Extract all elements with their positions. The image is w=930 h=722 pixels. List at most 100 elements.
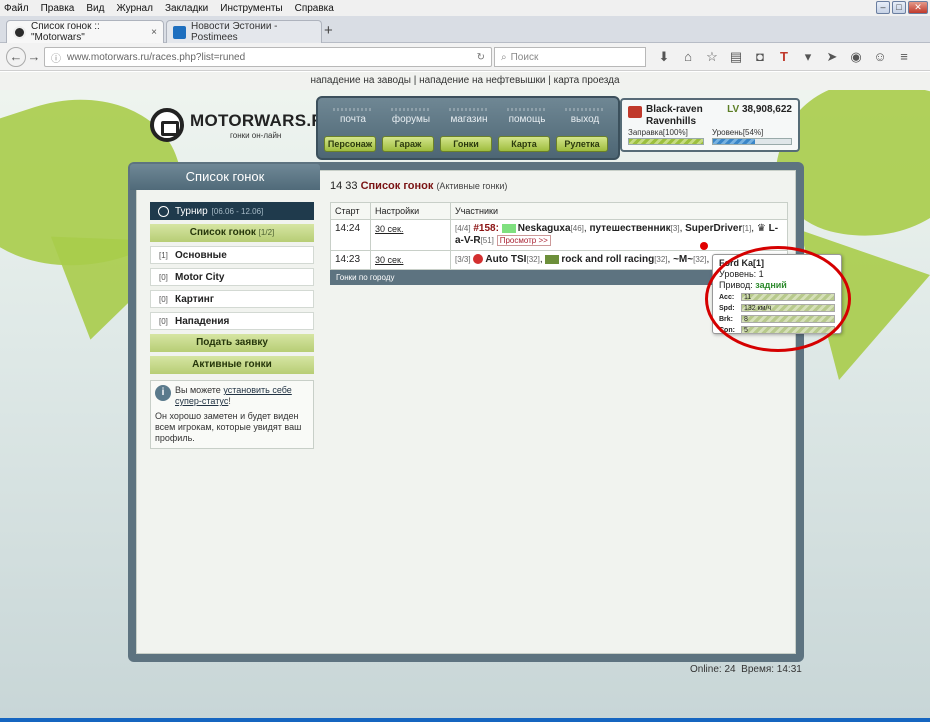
nav-races[interactable]: Гонки [440, 136, 492, 152]
sidebar-item-main[interactable]: [1] Основные [150, 246, 314, 264]
fuel-bar [628, 138, 704, 145]
clock-icon [158, 205, 169, 217]
tab-close-icon[interactable]: × [151, 27, 157, 38]
pocket-icon[interactable]: ◘ [748, 49, 772, 65]
nav-logout[interactable]: выход [556, 108, 614, 125]
url-text: www.motorwars.ru/races.php?list=runed [67, 51, 246, 63]
tournament-button[interactable]: Турнир [06.06 - 12.06] [150, 202, 314, 220]
toolbar-icons: ⬇ ⌂ ☆ ▤ ◘ T ▾ ➤ ◉ ☺ ≡ [652, 49, 916, 65]
view-race-button[interactable]: Просмотр >> [496, 235, 551, 246]
nav-forums[interactable]: форумы [382, 108, 440, 125]
clan-badge-icon: ♛ [756, 223, 766, 234]
server-time: Время: 14:31 [741, 664, 802, 675]
sidebar: Турнир [06.06 - 12.06] Список гонок [1/2… [150, 202, 314, 449]
fuel-label: Заправка[100%] [628, 128, 688, 137]
race-settings-link[interactable]: 30 сек. [370, 219, 451, 251]
team-flag-icon [545, 254, 560, 264]
tab-motorwars[interactable]: Список гонок :: "Motorwars" × [6, 20, 164, 43]
dropdown-icon[interactable]: ▾ [796, 49, 820, 65]
apply-button[interactable]: Подать заявку [150, 334, 314, 352]
menu-view[interactable]: Вид [86, 3, 104, 14]
reload-icon[interactable]: ↻ [477, 52, 485, 63]
home-icon[interactable]: ⌂ [676, 49, 700, 65]
race-settings-link[interactable]: 30 сек. [370, 250, 451, 270]
download-icon[interactable]: ⬇ [652, 49, 676, 65]
forward-button[interactable]: → [26, 47, 42, 67]
level-bar [712, 138, 792, 145]
player-avatar-icon[interactable] [628, 106, 642, 118]
hamburger-menu-icon[interactable]: ≡ [892, 49, 916, 65]
player-link[interactable]: ~M~ [673, 254, 693, 265]
car-tooltip: Ford Ka[1] Уровень: 1 Привод: задний Acc… [712, 254, 842, 334]
sidebar-item-attacks[interactable]: [0] Нападения [150, 312, 314, 330]
menu-help[interactable]: Справка [295, 3, 334, 14]
motorwars-logo-icon [150, 108, 184, 142]
taskbar-edge [0, 718, 930, 722]
player-level: LV 38,908,622 [727, 104, 792, 115]
search-input[interactable]: ⌕ Поиск [494, 47, 646, 67]
stat-spd: Spd: 132 км/ч [719, 303, 835, 313]
addon-icon[interactable]: ◉ [844, 49, 868, 65]
player-name[interactable]: Black-raven Ravenhills [646, 104, 726, 128]
nav-map[interactable]: Карта [498, 136, 550, 152]
postimees-favicon-icon [173, 25, 186, 39]
tab-postimees[interactable]: Новости Эстонии - Postimees [166, 20, 322, 43]
logo-tagline: гонки он-лайн [230, 130, 282, 140]
car-level: Уровень: 1 [719, 269, 764, 279]
menu-file[interactable]: Файл [4, 3, 29, 14]
site-background: MOTORWARS.RU гонки он-лайн почта форумы … [0, 90, 930, 720]
nav-mail[interactable]: почта [324, 108, 382, 125]
race-participants: [4/4] #158: Neskaguxa[46], путешественни… [450, 219, 788, 251]
menu-tools[interactable]: Инструменты [220, 3, 282, 14]
bookmark-star-icon[interactable]: ☆ [700, 49, 724, 65]
maximize-button[interactable]: □ [892, 1, 906, 14]
stat-con: Con: 5 [719, 325, 835, 335]
nav-shop[interactable]: магазин [440, 108, 498, 125]
team-flag-icon [501, 223, 516, 233]
sidebar-item-karting[interactable]: [0] Картинг [150, 290, 314, 308]
bookmarks-list-icon[interactable]: ▤ [724, 49, 748, 65]
nav-garage[interactable]: Гараж [382, 136, 434, 152]
race-list-button[interactable]: Список гонок [1/2] [150, 224, 314, 242]
site-status: Online: 24 Время: 14:31 [690, 664, 802, 675]
info-icon: i [155, 385, 171, 401]
player-link[interactable]: rock and roll racing [561, 254, 654, 265]
col-settings: Настройки [370, 202, 451, 220]
player-link[interactable]: SuperDriver [685, 223, 742, 234]
menu-edit[interactable]: Правка [41, 3, 75, 14]
belarus-flag-icon [473, 254, 484, 265]
sidebar-item-motor-city[interactable]: [0] Motor City [150, 268, 314, 286]
translate-icon[interactable]: T [772, 49, 796, 65]
smiley-icon[interactable]: ☺ [868, 49, 892, 65]
player-link[interactable]: Auto TSI [485, 254, 526, 265]
menu-bookmarks[interactable]: Закладки [165, 3, 208, 14]
nav-roulette[interactable]: Рулетка [556, 136, 608, 152]
race-start: 14:23 [330, 250, 371, 270]
player-link[interactable]: путешественник [589, 223, 670, 234]
player-link[interactable]: Neskaguxa [518, 223, 571, 234]
online-count: Online: 24 [690, 664, 736, 675]
search-icon: ⌕ [501, 51, 507, 63]
table-row: 14:24 30 сек. [4/4] #158: Neskaguxa[46],… [330, 219, 788, 251]
site-logo[interactable]: MOTORWARS.RU гонки он-лайн [150, 108, 337, 142]
player-panel: Black-raven Ravenhills LV 38,908,622 Зап… [620, 98, 800, 152]
minimize-button[interactable]: – [876, 1, 890, 14]
race-start: 14:24 [330, 219, 371, 251]
url-bar[interactable]: ⓘ www.motorwars.ru/races.php?list=runed … [44, 47, 492, 67]
send-icon[interactable]: ➤ [820, 49, 844, 65]
top-links[interactable]: нападение на заводы | нападение на нефте… [0, 72, 930, 90]
tab-bar: Список гонок :: "Motorwars" × Новости Эс… [0, 16, 930, 43]
stat-acc: Acc: 11 [719, 292, 835, 302]
close-window-button[interactable]: ✕ [908, 1, 928, 14]
nav-help[interactable]: помощь [498, 108, 556, 125]
new-tab-button[interactable]: + [324, 22, 333, 39]
navigation-bar: ← → ⓘ www.motorwars.ru/races.php?list=ru… [0, 43, 930, 71]
back-button[interactable]: ← [6, 47, 26, 67]
active-races-button[interactable]: Активные гонки [150, 356, 314, 374]
main-menu: почта форумы магазин помощь выход Персон… [316, 96, 620, 160]
tab-title: Список гонок :: "Motorwars" [31, 21, 100, 43]
nav-character[interactable]: Персонаж [324, 136, 376, 152]
sidebar-title: Список гонок [130, 164, 320, 190]
level-bar-label: Уровень[54%] [712, 128, 764, 137]
menu-history[interactable]: Журнал [116, 3, 153, 14]
